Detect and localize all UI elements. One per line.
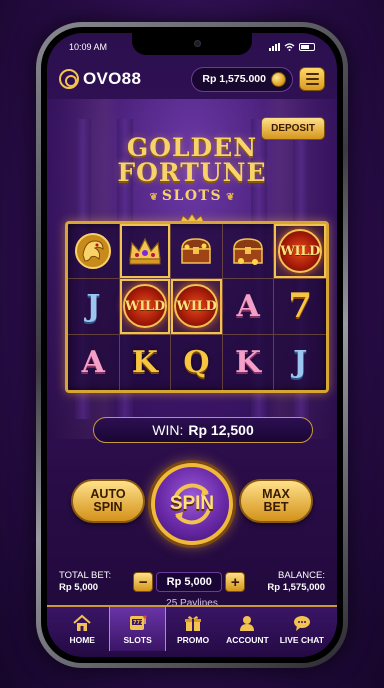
symbol-k: K bbox=[235, 344, 262, 380]
menu-button[interactable] bbox=[299, 67, 325, 91]
wild-symbol: WILD bbox=[122, 284, 167, 329]
reel-cell bbox=[68, 224, 120, 280]
footer-balance: BALANCE: Rp 1,575,000 bbox=[267, 570, 325, 594]
reel-cell bbox=[171, 224, 223, 280]
nav-home[interactable]: HOME bbox=[55, 607, 109, 651]
wifi-icon bbox=[284, 43, 295, 51]
symbol-j: J bbox=[86, 288, 101, 324]
symbol-j: J bbox=[293, 344, 308, 380]
total-bet-value: Rp 5,000 bbox=[59, 582, 99, 593]
nav-live-chat[interactable]: LIVE CHAT bbox=[275, 607, 329, 651]
symbol-seven: 7 bbox=[288, 286, 313, 327]
title-line-1: GOLDEN bbox=[126, 133, 258, 162]
status-time: 10:09 AM bbox=[69, 42, 108, 52]
bet-row: TOTAL BET: Rp 5,000 − Rp 5,000 + BALANCE… bbox=[47, 567, 337, 597]
nav-account[interactable]: ACCOUNT bbox=[220, 607, 274, 651]
treasure-chest-icon bbox=[233, 238, 263, 266]
crown-icon bbox=[129, 237, 161, 265]
win-value: Rp 12,500 bbox=[188, 422, 254, 438]
status-bar: 10:09 AM bbox=[47, 39, 337, 55]
max-bet-button[interactable]: MAX BET bbox=[239, 479, 313, 523]
reel-cell: WILD bbox=[119, 279, 172, 335]
win-display: WIN: Rp 12,500 bbox=[93, 417, 313, 443]
app-screen: 10:09 AM OVO88 Rp 1,575.000 DEPOSIT GOLD… bbox=[47, 33, 337, 657]
reel-cell: A bbox=[68, 334, 120, 390]
reel-cell: K bbox=[120, 334, 172, 390]
increase-bet-button[interactable]: + bbox=[225, 572, 246, 592]
symbol-q: Q bbox=[183, 344, 210, 380]
game-subtitle: SLOTS bbox=[161, 188, 223, 204]
reel-cell: J bbox=[68, 279, 120, 335]
reel-cell: A bbox=[222, 279, 275, 335]
wild-symbol: WILD bbox=[278, 229, 323, 274]
auto-spin-button[interactable]: AUTO SPIN bbox=[71, 479, 145, 523]
symbol-k: K bbox=[131, 344, 158, 380]
treasure-chest-icon bbox=[181, 238, 212, 264]
spin-label: SPIN bbox=[169, 493, 215, 514]
balance-display[interactable]: Rp 1,575.000 bbox=[191, 66, 293, 92]
reel-cell: 7 bbox=[274, 279, 326, 335]
dragon-icon bbox=[75, 233, 112, 270]
spin-button[interactable]: SPIN bbox=[151, 463, 233, 545]
reel-cell bbox=[119, 224, 172, 280]
slot-reels: WILD J WILD WILD A 7 A K Q K J bbox=[65, 221, 329, 393]
reel-cell: WILD bbox=[171, 279, 223, 335]
brand-logo[interactable]: OVO88 bbox=[59, 69, 141, 89]
home-icon bbox=[73, 614, 91, 631]
reel-cell: K bbox=[223, 334, 275, 390]
wild-symbol: WILD bbox=[174, 284, 219, 329]
signal-icon bbox=[269, 43, 280, 51]
chat-icon bbox=[293, 615, 310, 631]
nav-promo[interactable]: PROMO bbox=[166, 607, 220, 651]
ornament-left-icon: ❦ bbox=[149, 192, 158, 203]
reel-cell: J bbox=[274, 335, 326, 390]
symbol-a: A bbox=[81, 344, 105, 380]
reel-cell: WILD bbox=[274, 224, 326, 280]
logo-mark-icon bbox=[59, 69, 79, 89]
symbol-a: A bbox=[236, 288, 260, 324]
game-title: GOLDEN FORTUNE ❦ SLOTS ❦ bbox=[47, 135, 337, 204]
balance-label: BALANCE: bbox=[277, 570, 325, 581]
total-bet-label: TOTAL BET: bbox=[59, 570, 112, 581]
header-balance-value: Rp 1,575.000 bbox=[202, 73, 266, 85]
total-bet: TOTAL BET: Rp 5,000 bbox=[59, 570, 111, 594]
phone-frame: 10:09 AM OVO88 Rp 1,575.000 DEPOSIT GOLD… bbox=[36, 22, 348, 668]
reel-cell: Q bbox=[171, 334, 223, 390]
coin-icon bbox=[271, 71, 286, 87]
title-line-2: FORTUNE bbox=[117, 158, 267, 187]
bet-amount-field[interactable]: Rp 5,000 bbox=[156, 572, 223, 592]
bottom-nav: HOME 777 SLOTS PROMO ACCOUNT LIVE CHAT bbox=[47, 605, 337, 657]
nav-slots[interactable]: 777 SLOTS bbox=[109, 607, 166, 651]
ornament-right-icon: ❦ bbox=[226, 192, 235, 203]
decrease-bet-button[interactable]: − bbox=[133, 572, 154, 592]
bet-stepper: − Rp 5,000 + bbox=[133, 572, 246, 592]
win-label: WIN: bbox=[152, 422, 184, 438]
balance-value: Rp 1,575,000 bbox=[267, 582, 325, 593]
user-icon bbox=[240, 615, 255, 631]
reel-cell bbox=[222, 224, 275, 280]
spin-controls: AUTO SPIN SPIN MAX BET bbox=[47, 463, 337, 549]
svg-text:777: 777 bbox=[133, 620, 144, 626]
logo-text: OVO88 bbox=[83, 69, 142, 88]
slot-machine-icon: 777 bbox=[129, 615, 147, 630]
gift-icon bbox=[185, 615, 202, 631]
battery-icon bbox=[299, 43, 315, 51]
app-header: OVO88 Rp 1,575.000 bbox=[47, 61, 337, 97]
